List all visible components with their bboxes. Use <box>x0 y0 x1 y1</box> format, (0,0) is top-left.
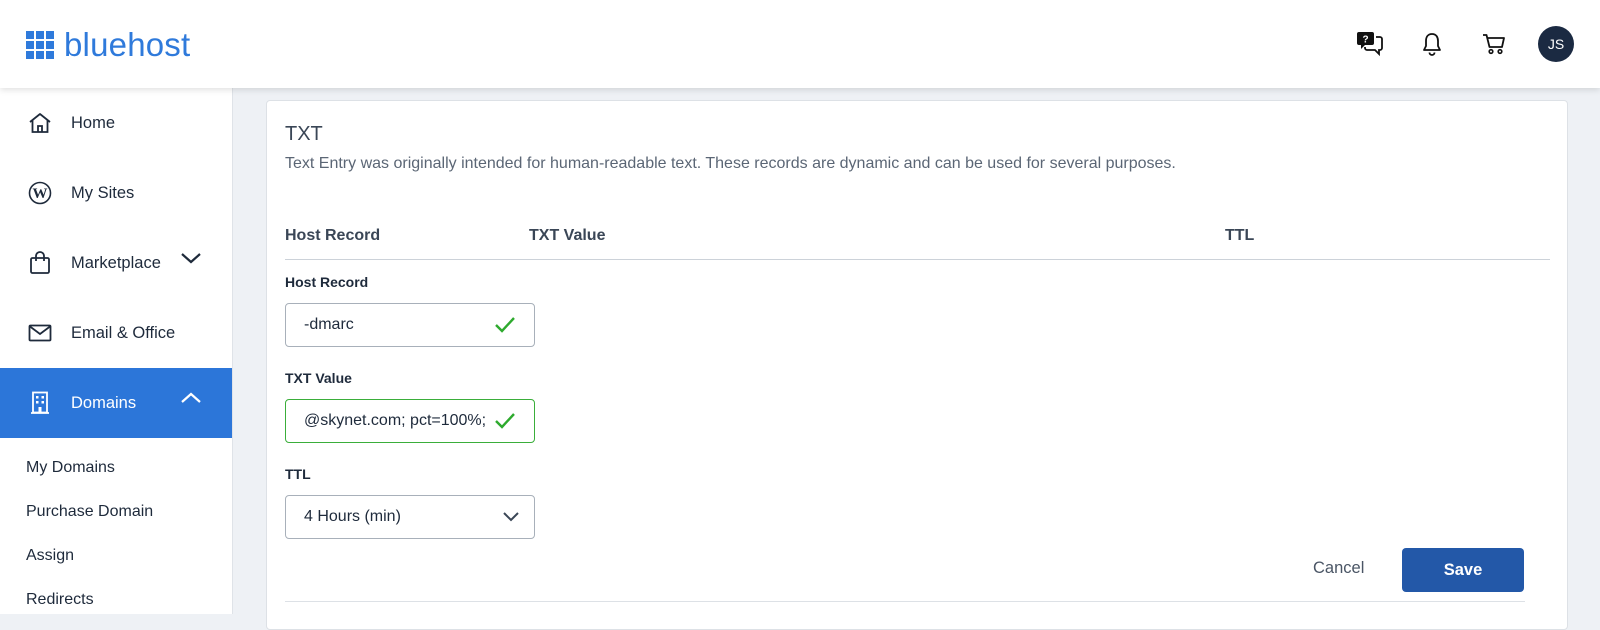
svg-text:W: W <box>33 186 48 202</box>
ttl-selected-value: 4 Hours (min) <box>304 508 401 525</box>
host-record-value: -dmarc <box>304 316 354 333</box>
home-icon <box>28 111 52 135</box>
logo-text: bluehost <box>64 26 191 63</box>
checkmark-icon <box>494 411 516 436</box>
column-header-txt-value: TXT Value <box>529 227 606 244</box>
header-actions: ? JS <box>1326 26 1574 62</box>
sidebar-item-label: Email & Office <box>71 323 176 342</box>
sidebar-item-home[interactable]: Home <box>0 88 232 158</box>
top-header: bluehost ? JS <box>0 0 1600 88</box>
card-description: Text Entry was originally intended for h… <box>285 155 1176 172</box>
building-icon <box>28 391 52 415</box>
wordpress-icon: W <box>28 181 52 205</box>
txt-record-card: TXT Text Entry was originally intended f… <box>266 100 1568 630</box>
sidebar-item-email-office[interactable]: Email & Office <box>0 298 232 368</box>
header-divider <box>285 259 1550 260</box>
host-record-input[interactable]: -dmarc <box>285 303 535 347</box>
sidebar-subitem-my-domains[interactable]: My Domains <box>0 446 232 490</box>
ttl-select[interactable]: 4 Hours (min) <box>285 495 535 539</box>
bell-icon[interactable] <box>1414 26 1450 62</box>
ttl-label: TTL <box>285 466 311 482</box>
chevron-down-icon[interactable] <box>180 251 202 270</box>
bottom-divider <box>285 601 1525 602</box>
chevron-down-icon <box>502 510 520 528</box>
svg-text:?: ? <box>1362 35 1368 46</box>
column-header-host-record: Host Record <box>285 227 381 244</box>
cart-icon[interactable] <box>1476 26 1512 62</box>
sidebar-subitem-assign[interactable]: Assign <box>0 534 232 578</box>
host-record-label: Host Record <box>285 274 369 290</box>
cancel-button[interactable]: Cancel <box>1313 559 1364 578</box>
chevron-up-icon[interactable] <box>180 391 202 410</box>
card-title: TXT <box>285 123 323 145</box>
sidebar-subitem-purchase-domain[interactable]: Purchase Domain <box>0 490 232 534</box>
sidebar-item-domains[interactable]: Domains <box>0 368 232 438</box>
sidebar-item-marketplace[interactable]: Marketplace <box>0 228 232 298</box>
shopping-bag-icon <box>28 251 52 275</box>
mail-icon <box>28 321 52 345</box>
checkmark-icon <box>494 315 516 340</box>
sidebar-item-label: My Sites <box>71 183 135 202</box>
txt-value-text: @skynet.com; pct=100%; <box>304 412 487 429</box>
sidebar-item-my-sites[interactable]: W My Sites <box>0 158 232 228</box>
sidebar-item-label: Marketplace <box>71 253 161 272</box>
column-header-ttl: TTL <box>1225 227 1255 244</box>
user-avatar[interactable]: JS <box>1538 26 1574 62</box>
sidebar-subitem-redirects[interactable]: Redirects <box>0 578 232 622</box>
txt-value-label: TXT Value <box>285 370 352 386</box>
bluehost-logo[interactable]: bluehost <box>26 28 190 62</box>
txt-value-input[interactable]: @skynet.com; pct=100%; <box>285 399 535 443</box>
sidebar-item-label: Domains <box>71 393 137 412</box>
save-button[interactable]: Save <box>1402 548 1524 592</box>
logo-grid-icon <box>26 31 54 59</box>
sidebar: Home W My Sites Marketplace Email & Offi… <box>0 88 233 614</box>
help-chat-icon[interactable]: ? <box>1352 26 1388 62</box>
sidebar-item-label: Home <box>71 113 116 132</box>
